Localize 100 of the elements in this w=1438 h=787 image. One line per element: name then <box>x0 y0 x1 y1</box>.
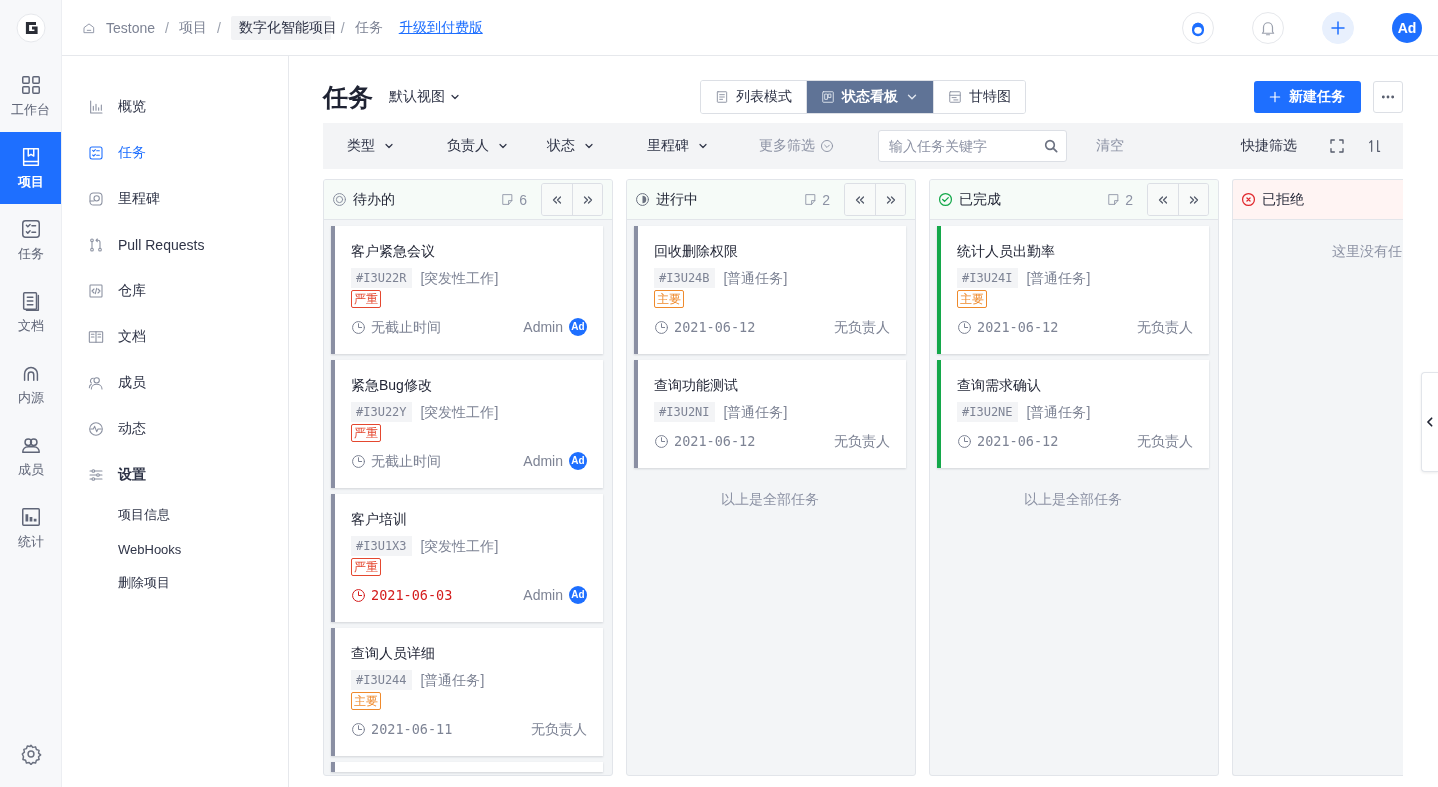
task-card[interactable]: 查询功能测试 #I3U2NI [普通任务] 2021-06-12 无负责人 <box>634 360 906 468</box>
task-title: 统计人员出勤率 <box>957 242 1056 261</box>
sidebar-item[interactable]: 概览 <box>62 84 288 130</box>
breadcrumb-link[interactable]: 项目 <box>178 18 207 37</box>
column-title: 进行中 <box>656 190 698 209</box>
move-right-button[interactable] <box>875 184 905 215</box>
due-date: 无截止时间 <box>371 318 441 337</box>
nav-item[interactable]: 文档 <box>0 276 61 348</box>
nav-item[interactable]: 项目 <box>0 132 61 204</box>
task-card[interactable]: 回收删除权限 #I3U24B [普通任务] 主要 2021-06-12 无负责人 <box>634 226 906 354</box>
task-card[interactable]: 紧急Bug修改 #I3U22Y [突发性工作] 严重 无截止时间 Admin Ad <box>331 360 603 488</box>
nav-item[interactable]: 内源 <box>0 348 61 420</box>
double-chevron-right-icon <box>1187 193 1200 206</box>
assignee-name: 无负责人 <box>834 432 890 451</box>
checklist-icon <box>19 218 42 240</box>
task-id: #I3U2NI <box>654 402 715 422</box>
sidebar-item[interactable]: 动态 <box>62 406 288 452</box>
due-date: 2021-06-12 <box>674 432 756 451</box>
task-type: [突发性工作] <box>420 537 499 556</box>
sidebar-subitem[interactable]: 项目信息 <box>62 498 288 532</box>
add-button[interactable] <box>1322 11 1354 44</box>
filter-dropdown[interactable]: 负责人 <box>447 137 547 155</box>
sidebar-item[interactable]: 仓库 <box>62 268 288 314</box>
settings-icon[interactable] <box>19 743 42 765</box>
half-circle-icon <box>635 192 650 207</box>
breadcrumb-separator: / <box>216 19 221 36</box>
task-type: [突发性工作] <box>420 269 499 288</box>
fullscreen-icon[interactable] <box>1329 138 1345 154</box>
task-card[interactable]: 客户紧急会议 #I3U22R [突发性工作] 严重 无截止时间 Admin Ad <box>331 226 603 354</box>
sidebar-item[interactable]: 设置 <box>62 452 288 498</box>
clock-icon <box>654 433 669 449</box>
nav-item[interactable]: 任务 <box>0 204 61 276</box>
task-type: [普通任务] <box>723 403 788 422</box>
nav-item[interactable]: 工作台 <box>0 60 61 132</box>
view-mode-tab[interactable]: 状态看板 <box>806 81 933 113</box>
logo-icon[interactable] <box>15 13 46 43</box>
priority-tag: 严重 <box>351 424 381 442</box>
sidebar-item[interactable]: 文档 <box>62 314 288 360</box>
sidebar-item[interactable]: 里程碑 <box>62 176 288 222</box>
sidebar-item[interactable]: 成员 <box>62 360 288 406</box>
task-id: #I3U24B <box>654 268 715 288</box>
bar-chart-icon <box>88 99 104 115</box>
assignee-avatar: Ad <box>569 452 587 470</box>
view-mode-tab[interactable]: 甘特图 <box>933 81 1025 113</box>
filter-dropdown[interactable]: 类型 <box>347 137 447 155</box>
task-card[interactable]: 查询人员详细 #I3U244 [普通任务] 主要 2021-06-11 无负责人 <box>331 628 603 756</box>
code-icon <box>88 283 104 299</box>
column-title: 已拒绝 <box>1262 190 1304 209</box>
people-icon <box>88 375 104 391</box>
upgrade-link[interactable]: 升级到付费版 <box>398 18 483 37</box>
task-card[interactable]: 查询需求确认 #I3U2NE [普通任务] 2021-06-12 无负责人 <box>937 360 1209 468</box>
double-chevron-left-icon <box>854 193 866 206</box>
quick-filter-dropdown[interactable]: 快捷筛选 <box>1241 137 1307 155</box>
sidebar-subitem[interactable]: WebHooks <box>62 532 288 566</box>
home-icon <box>82 20 96 35</box>
double-chevron-left-icon <box>1157 193 1169 206</box>
task-id: #I3U24I <box>957 268 1018 288</box>
clock-icon <box>654 319 669 335</box>
task-title: 查询功能测试 <box>654 376 739 395</box>
breadcrumb-link[interactable]: 任务 <box>354 18 383 37</box>
nav-item[interactable]: 成员 <box>0 420 61 492</box>
sidebar-subitem[interactable]: 删除项目 <box>62 566 288 600</box>
sidebar-item[interactable]: 任务 <box>62 130 288 176</box>
due-date: 2021-06-12 <box>674 318 756 337</box>
due-date: 2021-06-12 <box>977 318 1059 337</box>
task-card[interactable]: 统计人员出勤率 #I3U24I [普通任务] 主要 2021-06-12 无负责人 <box>937 226 1209 354</box>
clock-icon <box>957 433 972 449</box>
filter-dropdown[interactable]: 里程碑 <box>647 137 747 155</box>
assignee-avatar: Ad <box>569 318 587 336</box>
due-date: 无截止时间 <box>371 452 441 471</box>
priority-tag: 主要 <box>957 290 987 308</box>
filter-dropdown[interactable]: 状态 <box>547 137 647 155</box>
priority-tag: 严重 <box>351 290 381 308</box>
collapse-handle[interactable] <box>1421 372 1438 472</box>
column-title: 待办的 <box>353 190 395 209</box>
sort-icon[interactable] <box>1367 138 1383 154</box>
clock-icon <box>351 319 366 335</box>
column-title: 已完成 <box>959 190 1001 209</box>
assignee-name: 无负责人 <box>531 720 587 739</box>
task-count: 2 <box>822 191 830 208</box>
task-card[interactable]: 客户培训 #I3U1X3 [突发性工作] 严重 2021-06-03 Admin Ad <box>331 494 603 622</box>
nav-item[interactable]: 统计 <box>0 492 61 564</box>
priority-tag: 主要 <box>351 692 381 710</box>
breadcrumb-link[interactable]: Testone <box>106 19 156 36</box>
new-task-button[interactable]: 新建任务 <box>1254 81 1361 113</box>
clock-icon <box>351 453 366 469</box>
page-title: 任务 <box>323 81 373 113</box>
checklist-icon <box>88 145 104 161</box>
gantt-icon <box>948 90 962 104</box>
pull-request-icon <box>88 237 104 253</box>
move-right-button[interactable] <box>1178 184 1208 215</box>
move-right-button[interactable] <box>572 184 602 215</box>
note-icon <box>804 193 818 206</box>
due-date: 2021-06-12 <box>977 432 1059 451</box>
sidebar-item[interactable]: Pull Requests <box>62 222 288 268</box>
view-dropdown[interactable]: 默认视图 <box>389 88 461 106</box>
book-icon <box>88 329 104 345</box>
search-field[interactable]: 输入任务关键字 <box>878 130 1067 162</box>
user-avatar[interactable]: Ad <box>1392 12 1422 43</box>
task-count: 2 <box>1125 191 1133 208</box>
